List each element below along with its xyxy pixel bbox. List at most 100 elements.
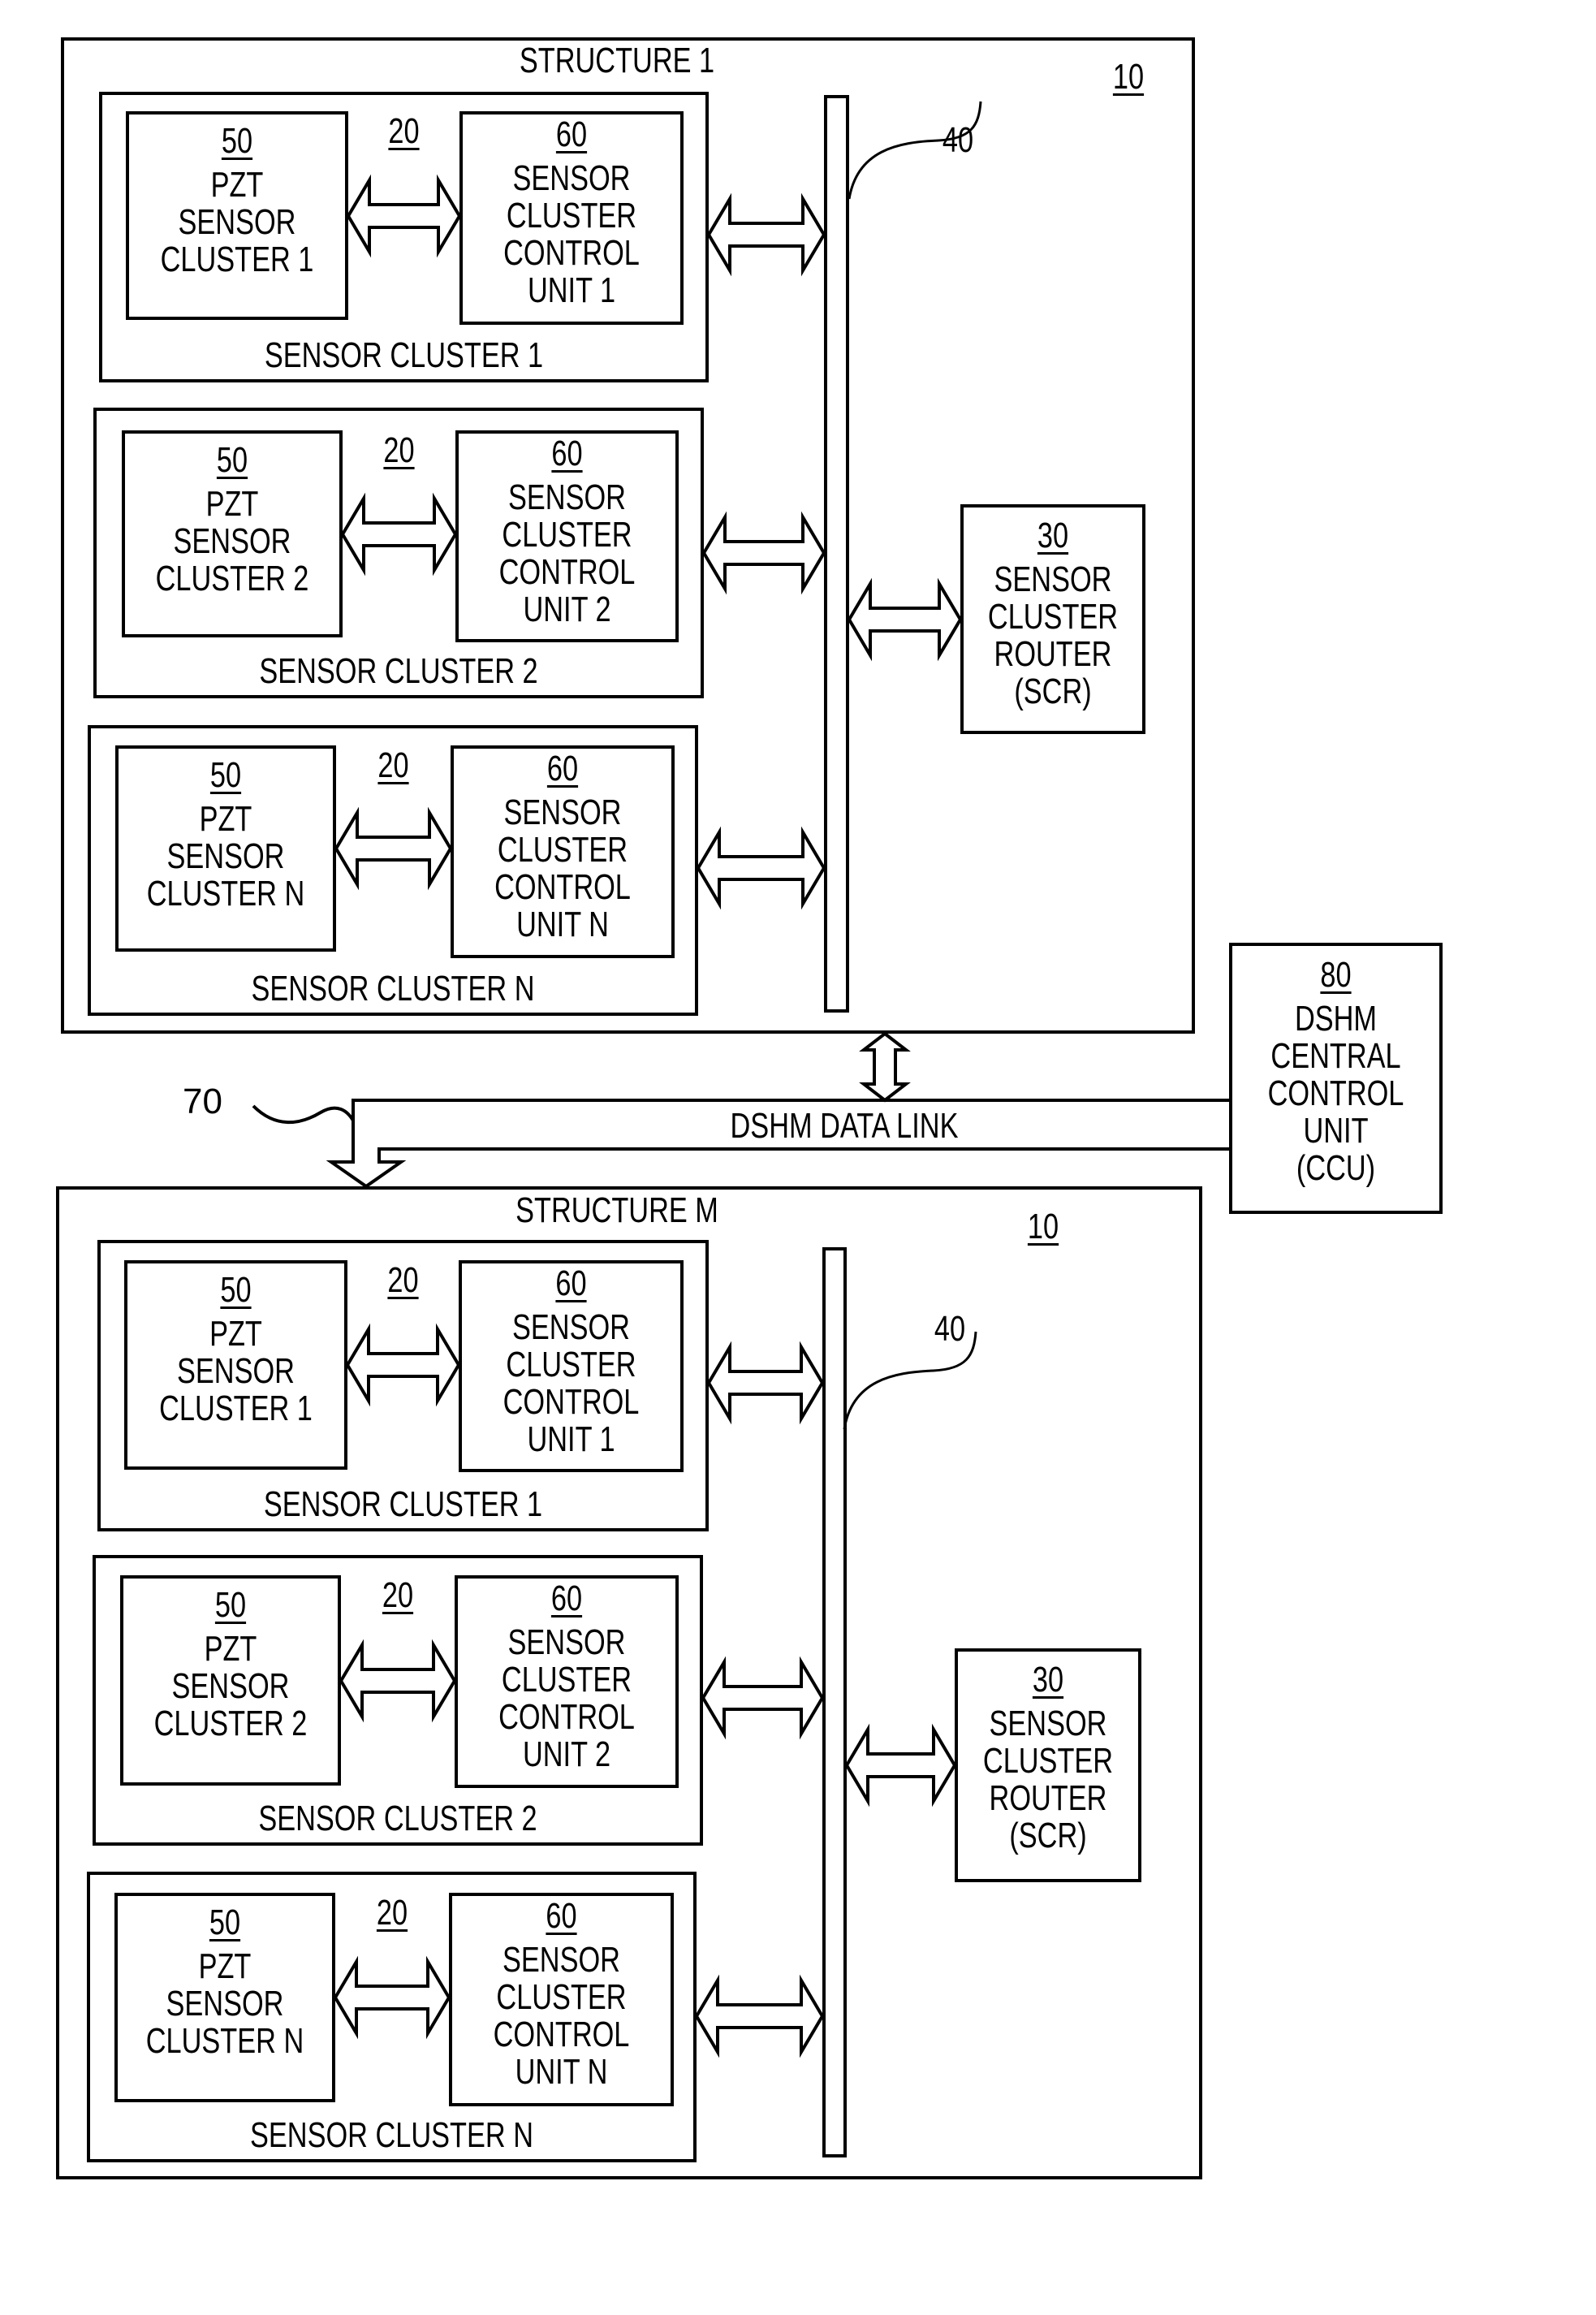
- cluster-ref: 20: [374, 432, 425, 476]
- control-unit-text: 60 SENSOR CLUSTER CONTROL UNIT 1: [483, 1265, 658, 1458]
- cluster-ref: 20: [367, 1894, 417, 1938]
- cluster-ref: 20: [368, 747, 419, 791]
- pzt-text-line: CLUSTER 1: [160, 240, 314, 279]
- cluster-ref: 20: [373, 1577, 423, 1621]
- pzt-text-line: PZT: [199, 799, 252, 839]
- pzt-text-line: CLUSTER N: [146, 874, 305, 913]
- control-unit-text-line: UNIT N: [516, 905, 609, 944]
- pzt-text-line: SENSOR: [177, 1351, 295, 1391]
- ref-number: 30: [1032, 1660, 1064, 1700]
- vertical-bidirectional-arrow-icon: [859, 1031, 911, 1103]
- ccu-line: UNIT: [1303, 1111, 1369, 1151]
- router-text-line: ROUTER: [994, 634, 1112, 674]
- router-text-line: ROUTER: [989, 1778, 1107, 1818]
- sensor-cluster-label: SENSOR CLUSTER N: [249, 2115, 533, 2155]
- ref-number: 60: [555, 1263, 587, 1303]
- sensor-cluster-label: SENSOR CLUSTER 1: [263, 1484, 543, 1524]
- control-unit-text-line: CONTROL: [503, 1382, 640, 1422]
- ref-number: 20: [382, 1575, 414, 1615]
- router-text: 30 SENSOR CLUSTER ROUTER (SCR): [975, 1661, 1120, 1855]
- ref-number: 20: [377, 745, 409, 785]
- ccu-line: (CCU): [1296, 1148, 1376, 1188]
- pzt-text-line: CLUSTER N: [145, 2021, 304, 2061]
- pzt-text-line: SENSOR: [171, 1666, 290, 1706]
- structure-title: STRUCTURE M: [515, 1190, 718, 1230]
- control-unit-text-line: CONTROL: [494, 867, 631, 907]
- pzt-text: 50 PZT SENSOR CLUSTER N: [140, 757, 312, 913]
- data-link-leader-line: [252, 1104, 355, 1125]
- control-unit-text-line: CLUSTER: [496, 1977, 627, 2017]
- pzt-text-line: SENSOR: [178, 202, 296, 242]
- cluster-ref: 20: [379, 113, 428, 157]
- control-unit-text-line: CONTROL: [498, 1697, 635, 1737]
- sensor-cluster-label: SENSOR CLUSTER 1: [264, 335, 544, 375]
- control-unit-text-line: SENSOR: [508, 477, 626, 517]
- control-unit-text-line: SENSOR: [512, 158, 631, 198]
- ref-number: 50: [220, 1270, 252, 1310]
- ref-number: 60: [550, 1579, 583, 1618]
- control-unit-text: 60 SENSOR CLUSTER CONTROL UNIT 2: [479, 1580, 653, 1773]
- router-text-line: (SCR): [1014, 672, 1092, 711]
- pzt-text: 50 PZT SENSOR CLUSTER 2: [145, 1587, 317, 1743]
- control-unit-text-line: CONTROL: [493, 2015, 630, 2054]
- router-text-line: (SCR): [1009, 1816, 1087, 1855]
- pzt-text: 50 PZT SENSOR CLUSTER 2: [146, 442, 318, 598]
- ref-number: 50: [209, 1903, 241, 1942]
- control-unit-text-line: SENSOR: [507, 1622, 626, 1662]
- ccu-text: 80 DSHM CENTRAL CONTROL UNIT (CCU): [1253, 957, 1419, 1187]
- ref-number: 60: [546, 749, 579, 788]
- control-unit-text-line: SENSOR: [503, 793, 622, 832]
- sensor-cluster-label: SENSOR CLUSTER 2: [258, 1799, 537, 1838]
- control-unit-text-line: UNIT 2: [523, 590, 611, 629]
- ref-number: 20: [387, 1260, 419, 1300]
- pzt-text-line: PZT: [198, 1946, 252, 1986]
- structure-title: STRUCTURE 1: [519, 41, 715, 80]
- pzt-text-line: CLUSTER 1: [159, 1389, 313, 1428]
- control-unit-text-line: CLUSTER: [502, 515, 632, 555]
- router-text-line: CLUSTER: [987, 597, 1119, 637]
- sensor-cluster-label: SENSOR CLUSTER N: [251, 969, 535, 1008]
- control-unit-text-line: UNIT N: [515, 2052, 608, 2092]
- structure-ref: 10: [1012, 1208, 1075, 1252]
- ref-number: 50: [216, 440, 248, 480]
- cluster-bus: [824, 95, 849, 1013]
- control-unit-text: 60 SENSOR CLUSTER CONTROL UNIT N: [473, 1898, 649, 2091]
- pzt-text-line: CLUSTER 2: [153, 1704, 308, 1743]
- pzt-text-line: PZT: [210, 165, 264, 205]
- pzt-text-line: PZT: [204, 1629, 257, 1669]
- ref-number: 20: [383, 430, 415, 470]
- control-unit-text-line: UNIT 1: [527, 1419, 615, 1459]
- ccu-line: DSHM: [1294, 999, 1378, 1039]
- ccu-ref: 80: [1320, 955, 1352, 995]
- pzt-text-line: SENSOR: [173, 521, 291, 561]
- ref-number: 50: [209, 755, 242, 795]
- pzt-text-line: PZT: [205, 484, 259, 524]
- pzt-text: 50 PZT SENSOR CLUSTER N: [139, 1904, 311, 2060]
- pzt-text-line: CLUSTER 2: [155, 559, 309, 598]
- router-text-line: CLUSTER: [982, 1741, 1114, 1781]
- ref-number: 60: [546, 1896, 577, 1936]
- structure-ref: 10: [1097, 58, 1160, 102]
- ref-number: 30: [1037, 516, 1069, 555]
- pzt-text-line: SENSOR: [166, 1984, 284, 2023]
- control-unit-text: 60 SENSOR CLUSTER CONTROL UNIT 2: [480, 435, 654, 628]
- ref-number: 20: [376, 1893, 408, 1933]
- control-unit-text-line: CONTROL: [498, 552, 636, 592]
- cluster-ref: 20: [378, 1262, 427, 1306]
- ccu-line: CENTRAL: [1270, 1036, 1401, 1076]
- pzt-text-line: SENSOR: [166, 836, 285, 876]
- control-unit-text-line: UNIT 1: [527, 270, 616, 310]
- control-unit-text-line: CONTROL: [503, 233, 640, 273]
- pzt-text: 50 PZT SENSOR CLUSTER 1: [149, 1272, 323, 1427]
- ref-number: 10: [1112, 57, 1145, 97]
- router-text-line: SENSOR: [994, 559, 1112, 599]
- router-text-line: SENSOR: [989, 1704, 1107, 1743]
- bus-ref: 40: [934, 1309, 966, 1349]
- ref-number: 10: [1027, 1207, 1059, 1246]
- router-text: 30 SENSOR CLUSTER ROUTER (SCR): [981, 517, 1125, 710]
- ref-number: 60: [555, 114, 588, 154]
- control-unit-text: 60 SENSOR CLUSTER CONTROL UNIT N: [475, 750, 649, 944]
- data-link-label: DSHM DATA LINK: [730, 1106, 959, 1146]
- ref-number: 50: [221, 121, 253, 161]
- pzt-text: 50 PZT SENSOR CLUSTER 1: [150, 123, 324, 279]
